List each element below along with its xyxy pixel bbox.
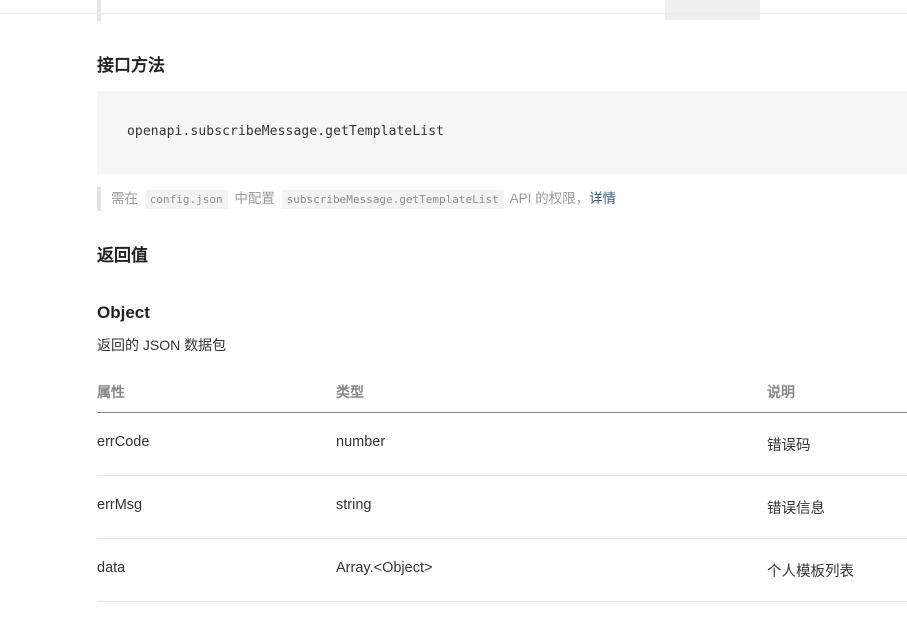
cell-property: data xyxy=(97,560,126,576)
header-type: 类型 xyxy=(336,384,364,400)
object-description: 返回的 JSON 数据包 xyxy=(97,337,227,353)
inline-code-config: config.json xyxy=(144,190,228,209)
properties-table: 属性 类型 说明 errCode number 错误码 errMsg strin… xyxy=(97,370,907,602)
code-text: openapi.subscribeMessage.getTemplateList xyxy=(127,124,445,139)
details-link[interactable]: 详情 xyxy=(589,191,616,206)
doc-page: 接口方法 openapi.subscribeMessage.getTemplat… xyxy=(0,0,907,633)
clipped-note-remnant xyxy=(97,0,907,21)
note-middle: 中配置 xyxy=(234,191,275,206)
inline-code-chip xyxy=(665,0,760,20)
cell-type: Array.<Object> xyxy=(336,560,433,576)
note-prefix: 需在 xyxy=(111,191,138,206)
inline-code-api: subscribeMessage.getTemplateList xyxy=(281,190,504,209)
cell-description: 错误信息 xyxy=(767,501,825,517)
code-block: openapi.subscribeMessage.getTemplateList xyxy=(97,91,907,174)
header-property: 属性 xyxy=(97,384,125,400)
cell-type: number xyxy=(336,434,386,450)
note-suffix: API 的权限， xyxy=(509,191,590,206)
cell-description: 个人模板列表 xyxy=(767,564,854,580)
table-header: 属性 类型 说明 xyxy=(97,370,907,413)
table-row: data Array.<Object> 个人模板列表 xyxy=(97,539,907,602)
cell-type: string xyxy=(336,497,372,513)
table-row: errMsg string 错误信息 xyxy=(97,476,907,539)
section-heading-method: 接口方法 xyxy=(97,56,165,75)
quote-bar xyxy=(97,0,101,21)
permission-note: 需在 config.json 中配置 subscribeMessage.getT… xyxy=(97,187,817,211)
section-heading-return: 返回值 xyxy=(97,246,148,265)
cell-property: errCode xyxy=(97,434,150,450)
table-row: errCode number 错误码 xyxy=(97,413,907,476)
divider xyxy=(0,13,907,14)
header-description: 说明 xyxy=(767,384,795,400)
cell-property: errMsg xyxy=(97,497,143,513)
object-heading: Object xyxy=(97,303,150,322)
cell-description: 错误码 xyxy=(767,438,811,454)
